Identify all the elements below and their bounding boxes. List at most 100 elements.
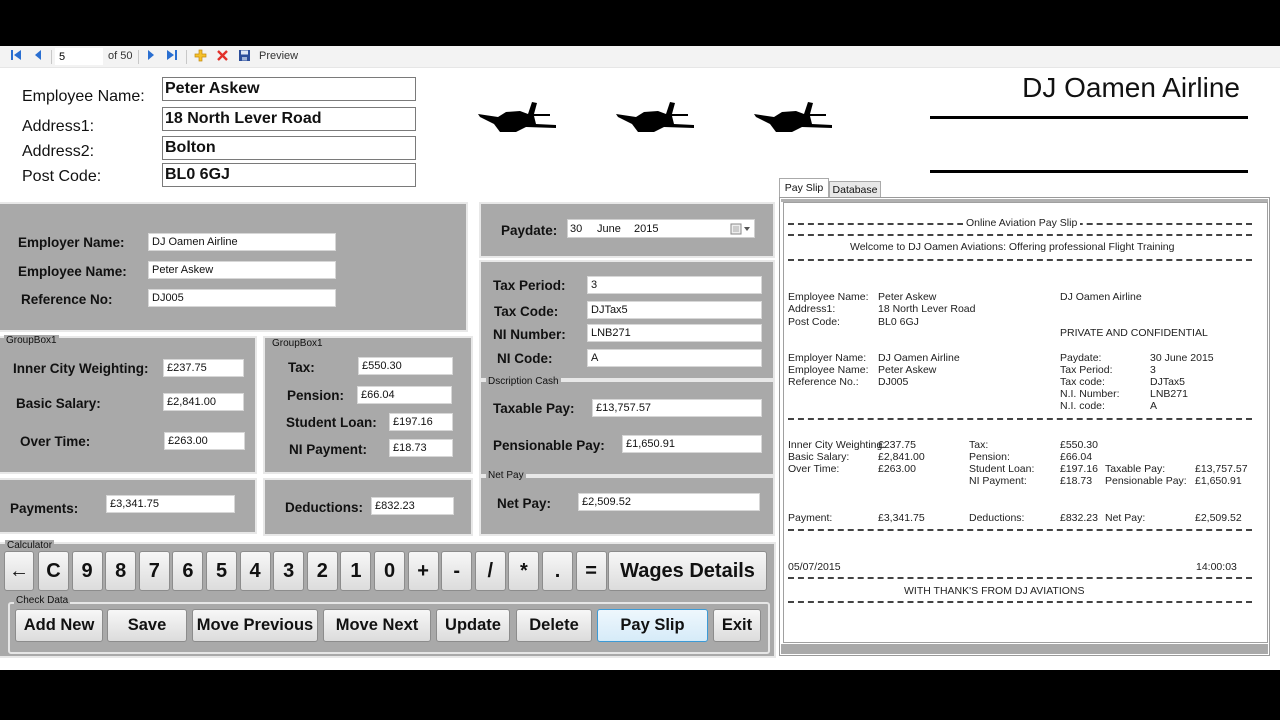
move-next-button[interactable]: Move Next [323,609,431,642]
ps-postcode-label: Post Code: [788,316,840,328]
payslip-scrollbar[interactable] [781,644,1268,654]
delete-record-icon[interactable] [214,49,230,65]
first-record-icon[interactable] [8,49,24,65]
paydate-picker[interactable]: 30 June 2015 [567,219,755,238]
calc-key-clear[interactable]: C [38,551,69,591]
add-record-icon[interactable] [192,49,208,65]
ps-payment-label: Payment: [788,512,833,524]
tax-code-input[interactable] [587,301,762,319]
paydate-month: June [597,223,621,235]
calc-key-4[interactable]: 4 [239,551,271,591]
move-previous-button[interactable]: Move Previous [192,609,318,642]
ps-overtime: £263.00 [878,463,916,475]
payslip-rule [788,577,1252,579]
update-button[interactable]: Update [436,609,510,642]
calc-key-5[interactable]: 5 [206,551,237,591]
calc-key-3[interactable]: 3 [273,551,305,591]
employer-name-input[interactable] [148,233,336,251]
tax-code-label: Tax Code: [494,304,559,319]
calc-key-0[interactable]: 0 [374,551,405,591]
ni-number-input[interactable] [587,324,762,342]
ni-payment-input[interactable] [389,439,453,457]
pension-input[interactable] [357,386,452,404]
title-underline [930,116,1248,119]
payroll-window: of 50 Preview Employee Name: Address1: A… [0,46,1280,670]
preview-button[interactable]: Preview [259,50,298,62]
record-count: of 50 [108,50,133,62]
pensionable-pay-input[interactable] [622,435,762,453]
tax-period-input[interactable] [587,276,762,294]
cash-group-title: Dscription Cash [486,376,561,387]
ps-tax-label: Tax: [969,439,989,451]
calc-key-plus[interactable]: + [407,551,439,591]
ps-reference-label: Reference No.: [788,376,859,388]
ps-paydate: 30 June 2015 [1150,352,1214,364]
overtime-label: Over Time: [20,434,91,449]
airplane-icon [754,102,832,132]
calc-key-minus[interactable]: - [441,551,473,591]
tax-input[interactable] [358,357,453,375]
payments-input[interactable] [106,495,235,513]
payslip-rule [788,601,1252,603]
save-icon[interactable] [236,49,252,65]
pay-slip-button[interactable]: Pay Slip [597,609,708,642]
inner-city-input[interactable] [163,359,244,377]
calc-key-1[interactable]: 1 [340,551,372,591]
inner-city-label: Inner City Weighting: [13,361,149,376]
ps-pension: £66.04 [1060,451,1093,463]
next-record-icon[interactable] [143,49,159,65]
reference-input[interactable] [148,289,336,307]
taxable-pay-input[interactable] [592,399,762,417]
calc-key-7[interactable]: 7 [138,551,170,591]
calc-key-6[interactable]: 6 [172,551,204,591]
address2-label: Address2: [22,143,95,160]
title-underline [930,170,1248,173]
ps-basic: £2,841.00 [878,451,925,463]
overtime-input[interactable] [164,432,245,450]
calc-key-divide[interactable]: / [474,551,506,591]
save-button[interactable]: Save [107,609,187,642]
add-new-button[interactable]: Add New [15,609,103,642]
ps-netpay: £2,509.52 [1195,512,1242,524]
address1-input[interactable] [162,107,416,131]
postcode-input[interactable] [162,163,416,187]
record-position-input[interactable] [55,48,103,65]
ps-tax-code-label: Tax code: [1060,376,1105,388]
tab-pay-slip[interactable]: Pay Slip [779,178,829,198]
ps-inner-city-label: Inner City Weighting: [788,439,886,451]
ps-paydate-label: Paydate: [1060,352,1102,364]
airplane-icon [478,102,556,132]
ps-time: 14:00:03 [1196,561,1237,573]
calc-key-decimal[interactable]: . [542,551,573,591]
calendar-dropdown-icon[interactable] [730,223,752,235]
calc-key-backspace[interactable]: ← [4,551,34,591]
ps-date: 05/07/2015 [788,561,841,573]
ni-code-input[interactable] [587,349,762,367]
calc-key-8[interactable]: 8 [105,551,137,591]
address1-label: Address1: [22,118,95,135]
last-record-icon[interactable] [164,49,180,65]
address2-input[interactable] [162,136,416,160]
employee-name-label: Employee Name: [18,264,127,279]
check-data-group-title: Check Data [14,595,71,606]
delete-button[interactable]: Delete [516,609,592,642]
tab-database[interactable]: Database [829,181,881,198]
ps-postcode: BL0 6GJ [878,316,919,328]
employee-name-label: Employee Name: [22,88,145,105]
student-loan-input[interactable] [389,413,453,431]
payslip-rule [788,234,1252,236]
calc-key-multiply[interactable]: * [508,551,540,591]
deductions-input[interactable] [371,497,454,515]
payments-label: Payments: [10,501,79,516]
exit-button[interactable]: Exit [713,609,761,642]
calc-key-equals[interactable]: = [575,551,607,591]
employee-name-input[interactable] [148,261,336,279]
paydate-year: 2015 [634,223,659,235]
basic-salary-input[interactable] [163,393,244,411]
previous-record-icon[interactable] [30,49,46,65]
calc-key-2[interactable]: 2 [306,551,338,591]
net-pay-input[interactable] [578,493,760,511]
calc-key-9[interactable]: 9 [71,551,103,591]
employee-name-input[interactable] [162,77,416,101]
wages-details-button[interactable]: Wages Details [608,551,767,591]
